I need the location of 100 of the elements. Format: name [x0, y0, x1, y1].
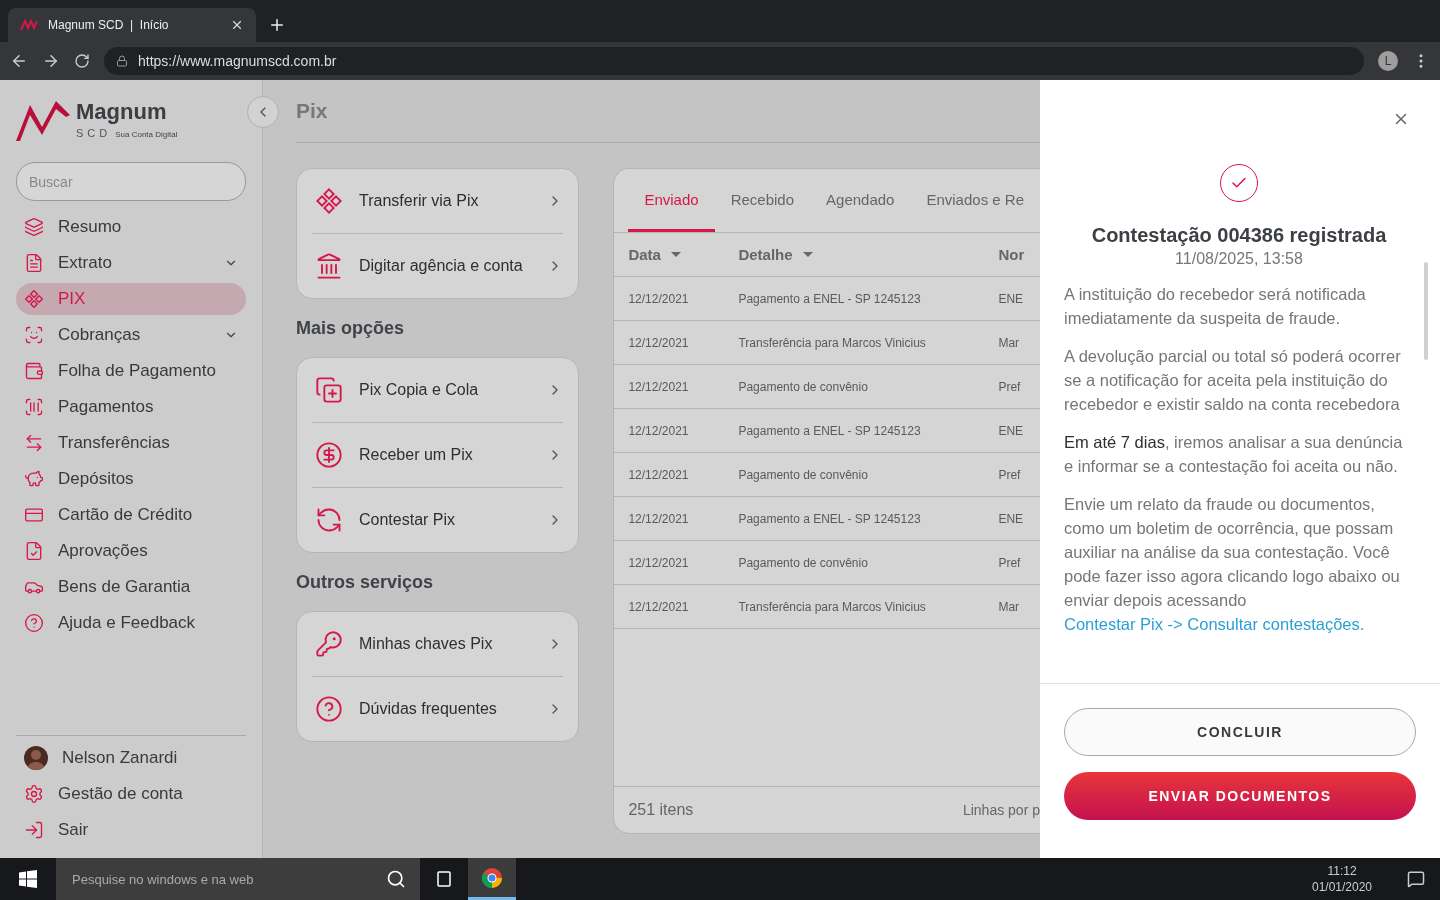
table-cell-text: Pagamento a ENEL - SP 1245123 — [738, 423, 922, 438]
sidebar-item[interactable]: Gestão de conta — [16, 778, 246, 810]
key-icon — [315, 630, 343, 658]
drawer-paragraph: A devolução parcial ou total só poderá ocorrer se a notificação for aceita pela instituição do recebedor e existir saldo na conta recebedora — [1064, 346, 1402, 415]
table-cell-text: Pref — [998, 467, 1022, 482]
profile-avatar[interactable]: L — [1378, 51, 1398, 71]
drawer-paragraph: Envie um relato da fraude ou documentos, como um boletim de ocorrência, que possam auxiliar na análise da sua contestação. Você pode fazer isso agora clicando logo abaixo ou enviar depois acessando Contestar Pix -> Consultar contestações. — [1064, 494, 1401, 635]
sidebar-item[interactable]: Sair — [16, 814, 246, 846]
tab[interactable]: Enviados e Re — [910, 169, 1040, 232]
wallet-icon — [24, 361, 44, 381]
sidebar-item[interactable]: Folha de Pagamento — [16, 355, 246, 387]
table-cell-text: Pref — [998, 379, 1022, 394]
column-header[interactable]: Detalhe — [738, 246, 793, 263]
table-cell-text: ENE — [998, 511, 1025, 526]
option-item[interactable]: Transferir via Pix — [312, 169, 564, 233]
sidebar-item[interactable]: Extrato — [16, 247, 246, 279]
option-item[interactable]: Dúvidas frequentes — [312, 676, 564, 741]
table-cell-text: ENE — [998, 423, 1025, 438]
windows-icon[interactable] — [19, 870, 37, 888]
drawer-paragraph: Em até 7 dias, iremos analisar a sua denúncia e informar se a contestação foi aceita ou não. — [1064, 432, 1404, 477]
notifications-icon[interactable] — [1407, 870, 1425, 888]
option-item[interactable]: Minhas chaves Pix — [312, 612, 564, 676]
help-icon — [24, 613, 44, 633]
option-item[interactable]: Receber um Pix — [312, 422, 564, 487]
logo-subtitle: SCD — [76, 127, 112, 139]
secondary-button[interactable]: CONCLUIR — [1064, 708, 1416, 756]
sidebar-item[interactable]: Ajuda e Feedback — [16, 607, 246, 639]
lock-icon — [116, 55, 128, 67]
barcode-icon — [24, 397, 44, 417]
drawer-paragraph: A instituição do recebedor será notificada imediatamente da suspeita de fraude. — [1064, 284, 1367, 329]
help-icon — [315, 695, 343, 723]
table-cell-text: 12/12/2021 — [628, 467, 690, 482]
sidebar-item[interactable]: Cobranças — [16, 319, 246, 351]
avatar — [24, 746, 48, 770]
option-item[interactable]: Contestar Pix — [312, 487, 564, 552]
sort-icon[interactable] — [670, 252, 681, 257]
browser-icon[interactable] — [468, 858, 516, 900]
sidebar-item[interactable]: Bens de Garantia — [16, 571, 246, 603]
table-cell-text: Pref — [998, 555, 1022, 570]
logo-name: Magnum — [76, 101, 168, 123]
table-cell-text: 12/12/2021 — [628, 335, 690, 350]
pix-icon — [315, 187, 343, 215]
face-scan-icon — [24, 325, 44, 345]
pix-icon — [24, 289, 44, 309]
address-bar[interactable]: https://www.magnumscd.com.br — [104, 47, 1364, 75]
dollar-icon — [315, 441, 343, 469]
tab[interactable]: Enviado — [628, 169, 715, 232]
table-cell-text: 12/12/2021 — [628, 555, 690, 570]
taskbar-search[interactable]: Pesquise no windows e na web — [56, 858, 420, 900]
column-header[interactable]: Nor — [998, 246, 1025, 263]
column-header[interactable]: Data — [628, 246, 661, 263]
sidebar-item[interactable]: Cartão de Crédito — [16, 499, 246, 531]
sidebar-item[interactable]: Resumo — [16, 211, 246, 243]
sidebar-item[interactable]: Pagamentos — [16, 391, 246, 423]
drawer-title: Contestação 004386 registrada — [1090, 224, 1388, 247]
sort-icon[interactable] — [802, 252, 813, 257]
table-cell-text: Pagamento de convênio — [738, 467, 869, 482]
search-icon — [386, 869, 406, 889]
table-cell-text: Pagamento a ENEL - SP 1245123 — [738, 291, 922, 306]
tab-title: Magnum SCD | Início — [48, 18, 170, 32]
table-cell-text: 12/12/2021 — [628, 599, 690, 614]
table-cell-text: Pagamento de convênio — [738, 555, 869, 570]
primary-button[interactable]: ENVIAR DOCUMENTOS — [1064, 772, 1416, 820]
clock-date: 01/01/2020 — [1310, 879, 1374, 895]
option-item[interactable]: Pix Copia e Cola — [312, 358, 564, 422]
sidebar-item[interactable]: Aprovações — [16, 535, 246, 567]
sidebar-item[interactable]: Transferências — [16, 427, 246, 459]
table-cell-text: Transferência para Marcos Vinicius — [738, 599, 927, 614]
piggy-bank-icon — [24, 469, 44, 489]
back-icon[interactable] — [10, 52, 28, 70]
table-cell-text: Transferência para Marcos Vinicius — [738, 335, 927, 350]
settings-icon — [24, 784, 44, 804]
reload-icon[interactable] — [74, 53, 90, 69]
user-item[interactable]: Nelson Zanardi — [16, 742, 246, 774]
logo-tagline: Sua Conta Digital — [115, 130, 178, 139]
page-title: Pix — [296, 99, 328, 123]
scrollbar[interactable] — [1424, 262, 1428, 360]
new-tab-icon[interactable] — [268, 16, 286, 34]
section-heading: Outros serviços — [296, 571, 434, 593]
table-cell-text: Pagamento a ENEL - SP 1245123 — [738, 511, 922, 526]
url-text: https://www.magnumscd.com.br — [138, 53, 337, 69]
clock-time: 11:12 — [1326, 863, 1358, 879]
forward-icon[interactable] — [42, 52, 60, 70]
table-cell-text: Mar — [998, 599, 1021, 614]
arrows-icon — [24, 433, 44, 453]
close-icon[interactable] — [230, 18, 244, 32]
tab[interactable]: Recebido — [714, 169, 811, 232]
table-cell-text: 12/12/2021 — [628, 379, 690, 394]
item-count: 251 itens — [628, 801, 694, 819]
browser-tab[interactable]: Magnum SCD | Início — [8, 8, 256, 42]
sign-in-icon — [24, 820, 44, 840]
document-check-icon — [24, 541, 44, 561]
sidebar-item[interactable]: Depósitos — [16, 463, 246, 495]
document-icon — [24, 253, 44, 273]
tab[interactable]: Agendado — [810, 169, 911, 232]
table-cell-text: 12/12/2021 — [628, 423, 690, 438]
copy-icon — [315, 376, 343, 404]
refresh-icon — [315, 506, 343, 534]
search-field[interactable]: Buscar — [16, 162, 246, 201]
option-item[interactable]: Digitar agência e conta — [312, 233, 564, 298]
